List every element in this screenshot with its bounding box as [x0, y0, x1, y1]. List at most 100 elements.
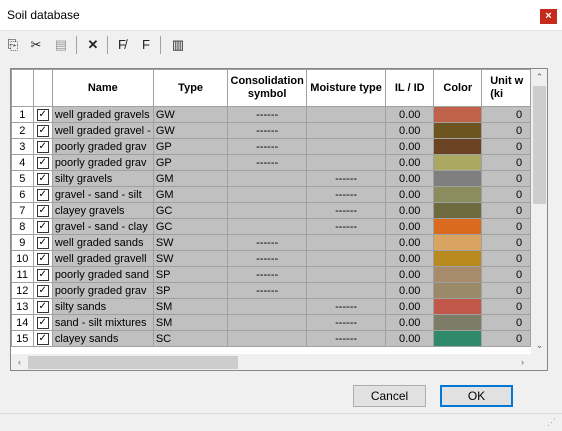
vertical-scrollbar[interactable]: ⌃ ⌄: [531, 69, 547, 354]
checkbox-checked-icon[interactable]: ✓: [36, 220, 49, 233]
row-checkbox[interactable]: ✓: [32, 282, 53, 299]
cell-il-id[interactable]: 0.00: [385, 298, 435, 315]
row-number[interactable]: 11: [11, 266, 34, 283]
row-checkbox[interactable]: ✓: [32, 154, 53, 171]
cell-il-id[interactable]: 0.00: [385, 218, 435, 235]
delete-button[interactable]: ✕: [84, 36, 102, 54]
row-number[interactable]: 12: [11, 282, 34, 299]
row-number[interactable]: 5: [11, 170, 34, 187]
table-row[interactable]: 1 ✓ well graded gravels GW ------ 0.00 0: [11, 106, 531, 123]
scroll-down-icon[interactable]: ⌄: [531, 337, 547, 354]
horizontal-scroll-thumb[interactable]: [28, 356, 238, 369]
cell-color[interactable]: [433, 298, 483, 315]
row-number[interactable]: 9: [11, 234, 34, 251]
row-checkbox[interactable]: ✓: [32, 170, 53, 187]
cell-type[interactable]: SP: [152, 266, 229, 283]
cell-type[interactable]: SC: [152, 330, 229, 347]
cell-unit-weight[interactable]: 0: [481, 154, 531, 171]
cell-name[interactable]: gravel - sand - clay: [51, 218, 154, 235]
cell-il-id[interactable]: 0.00: [385, 138, 435, 155]
row-checkbox[interactable]: ✓: [32, 314, 53, 331]
cell-unit-weight[interactable]: 0: [481, 250, 531, 267]
scroll-right-icon[interactable]: ›: [514, 354, 531, 370]
cell-unit-weight[interactable]: 0: [481, 218, 531, 235]
cell-consolidation[interactable]: ------: [227, 250, 307, 267]
row-checkbox[interactable]: ✓: [32, 202, 53, 219]
checkbox-checked-icon[interactable]: ✓: [36, 332, 49, 345]
header-consolidation[interactable]: Consolidation symbol: [227, 69, 307, 107]
columns-button[interactable]: ▥: [169, 36, 187, 54]
table-row[interactable]: 12 ✓ poorly graded grav SP ------ 0.00 0: [11, 282, 531, 299]
cell-color[interactable]: [433, 218, 483, 235]
cell-unit-weight[interactable]: 0: [481, 298, 531, 315]
cell-il-id[interactable]: 0.00: [385, 330, 435, 347]
cell-moisture[interactable]: [305, 266, 387, 283]
row-number[interactable]: 14: [11, 314, 34, 331]
cell-name[interactable]: gravel - sand - silt: [51, 186, 154, 203]
paste-button[interactable]: ▤: [52, 36, 70, 54]
cell-il-id[interactable]: 0.00: [385, 186, 435, 203]
cell-name[interactable]: sand - silt mixtures: [51, 314, 154, 331]
table-row[interactable]: 9 ✓ well graded sands SW ------ 0.00 0: [11, 234, 531, 251]
cell-unit-weight[interactable]: 0: [481, 330, 531, 347]
cell-type[interactable]: GC: [152, 218, 229, 235]
cell-unit-weight[interactable]: 0: [481, 202, 531, 219]
row-number[interactable]: 13: [11, 298, 34, 315]
row-number[interactable]: 15: [11, 330, 34, 347]
cell-consolidation[interactable]: ------: [227, 266, 307, 283]
row-checkbox[interactable]: ✓: [32, 218, 53, 235]
row-checkbox[interactable]: ✓: [32, 122, 53, 139]
cell-name[interactable]: poorly graded grav: [51, 138, 154, 155]
header-unit-weight[interactable]: Unit w (ki: [481, 69, 531, 107]
cell-unit-weight[interactable]: 0: [481, 266, 531, 283]
cell-type[interactable]: GW: [152, 122, 229, 139]
cell-il-id[interactable]: 0.00: [385, 282, 435, 299]
cell-consolidation[interactable]: [227, 218, 307, 235]
cell-color[interactable]: [433, 266, 483, 283]
cell-moisture[interactable]: [305, 234, 387, 251]
cell-moisture[interactable]: ------: [305, 314, 387, 331]
resize-grip-icon[interactable]: ⋰: [547, 417, 556, 428]
row-number[interactable]: 3: [11, 138, 34, 155]
cell-color[interactable]: [433, 330, 483, 347]
cell-il-id[interactable]: 0.00: [385, 266, 435, 283]
cell-moisture[interactable]: [305, 138, 387, 155]
table-row[interactable]: 2 ✓ well graded gravel - GW ------ 0.00 0: [11, 122, 531, 139]
checkbox-checked-icon[interactable]: ✓: [36, 236, 49, 249]
cell-moisture[interactable]: ------: [305, 298, 387, 315]
cell-unit-weight[interactable]: 0: [481, 106, 531, 123]
cell-name[interactable]: well graded gravell: [51, 250, 154, 267]
copy-button[interactable]: ⎘: [4, 36, 22, 54]
checkbox-checked-icon[interactable]: ✓: [36, 108, 49, 121]
cut-button[interactable]: ✂: [27, 36, 45, 54]
cell-il-id[interactable]: 0.00: [385, 234, 435, 251]
cell-type[interactable]: SM: [152, 298, 229, 315]
cell-consolidation[interactable]: [227, 170, 307, 187]
cell-color[interactable]: [433, 122, 483, 139]
horizontal-scrollbar[interactable]: ‹ ›: [11, 354, 531, 370]
cell-consolidation[interactable]: ------: [227, 234, 307, 251]
row-checkbox[interactable]: ✓: [32, 186, 53, 203]
row-number[interactable]: 6: [11, 186, 34, 203]
checkbox-checked-icon[interactable]: ✓: [36, 204, 49, 217]
cell-name[interactable]: well graded gravels: [51, 106, 154, 123]
row-number[interactable]: 2: [11, 122, 34, 139]
row-number[interactable]: 8: [11, 218, 34, 235]
cell-unit-weight[interactable]: 0: [481, 234, 531, 251]
header-il-id[interactable]: IL / ID: [385, 69, 435, 107]
cell-il-id[interactable]: 0.00: [385, 122, 435, 139]
cell-il-id[interactable]: 0.00: [385, 250, 435, 267]
cell-unit-weight[interactable]: 0: [481, 282, 531, 299]
cell-il-id[interactable]: 0.00: [385, 314, 435, 331]
cell-name[interactable]: clayey gravels: [51, 202, 154, 219]
filter-f-button[interactable]: F̸: [113, 36, 131, 54]
row-checkbox[interactable]: ✓: [32, 266, 53, 283]
table-row[interactable]: 6 ✓ gravel - sand - silt GM ------ 0.00 0: [11, 186, 531, 203]
cell-moisture[interactable]: [305, 106, 387, 123]
cancel-button[interactable]: Cancel: [353, 385, 426, 407]
cell-moisture[interactable]: ------: [305, 330, 387, 347]
cell-consolidation[interactable]: [227, 202, 307, 219]
cell-moisture[interactable]: [305, 122, 387, 139]
table-row[interactable]: 4 ✓ poorly graded grav GP ------ 0.00 0: [11, 154, 531, 171]
cell-type[interactable]: SP: [152, 282, 229, 299]
